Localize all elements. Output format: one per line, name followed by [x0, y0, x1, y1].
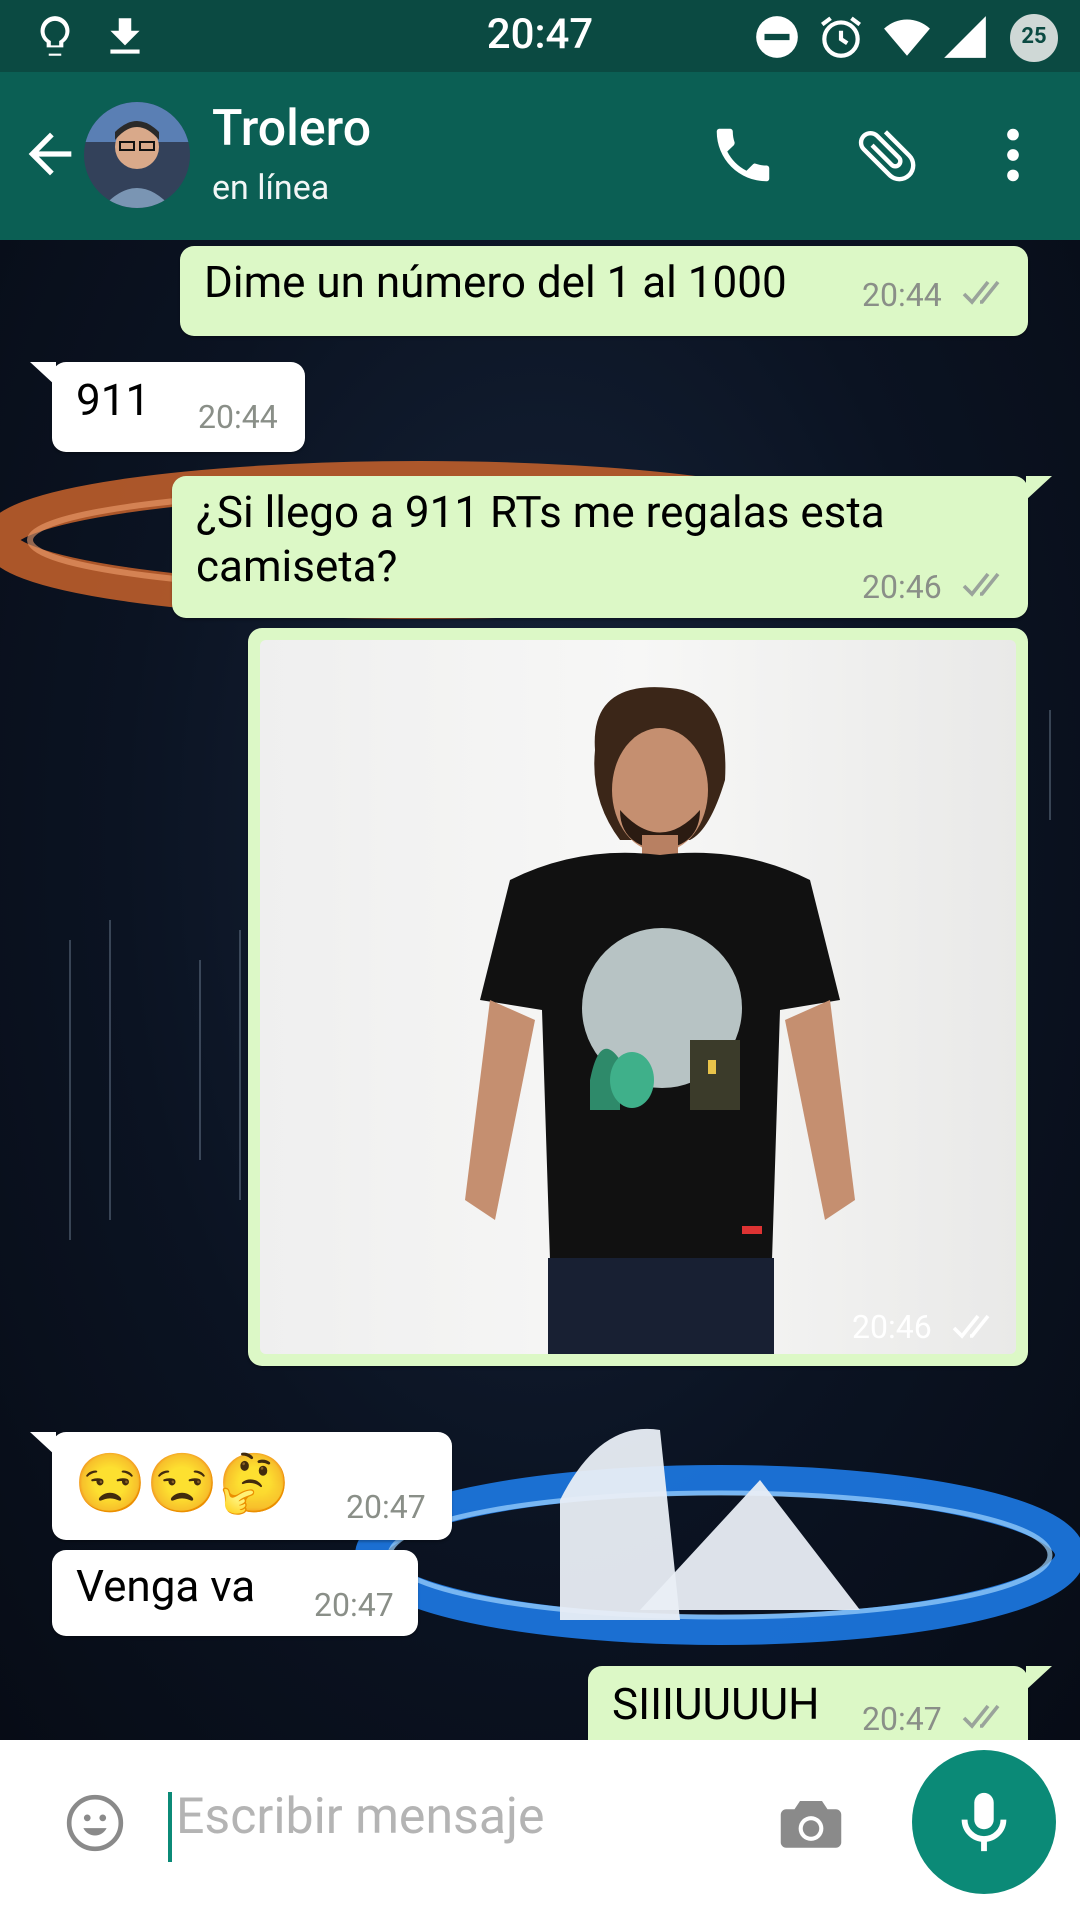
microphone-icon — [961, 1792, 1007, 1852]
camera-icon[interactable] — [778, 1794, 844, 1852]
image-time: 20:46 — [852, 1308, 932, 1346]
tshirt-photo-illustration — [465, 687, 855, 1354]
emoji: 🤔 — [218, 1450, 291, 1518]
battery-icon: 25 — [1010, 14, 1058, 62]
message-time: 20:47 — [862, 1700, 942, 1738]
phone-call-icon[interactable] — [708, 120, 778, 190]
more-options-icon[interactable] — [978, 120, 1048, 190]
message-time: 20:46 — [862, 568, 942, 606]
message-time: 20:47 — [314, 1586, 394, 1624]
message-incoming[interactable]: 😒 😒 🤔 20:47 — [52, 1432, 452, 1540]
double-check-icon — [962, 1704, 1000, 1729]
message-text: Venga va — [76, 1560, 256, 1612]
status-bar: 20:47 25 — [0, 0, 1080, 72]
double-check-icon — [952, 1314, 990, 1339]
emoji-icon[interactable] — [64, 1792, 126, 1854]
wifi-icon — [884, 19, 930, 56]
message-outgoing[interactable]: SIIIUUUUH 20:47 — [588, 1666, 1028, 1740]
message-input-box[interactable]: Escribir mensaje — [26, 1752, 886, 1892]
voice-note-button[interactable] — [912, 1750, 1056, 1894]
do-not-disturb-icon — [756, 16, 798, 58]
message-text: 911 — [76, 374, 151, 426]
message-text-line: camiseta? — [196, 540, 398, 592]
contact-status: en línea — [212, 168, 330, 208]
contact-avatar[interactable] — [84, 102, 190, 208]
contact-name[interactable]: Trolero — [212, 100, 371, 158]
avatar-image — [84, 102, 190, 208]
message-time: 20:44 — [862, 276, 942, 314]
shared-photo[interactable] — [260, 640, 1016, 1354]
message-text: SIIIUUUUH — [612, 1678, 820, 1730]
message-incoming[interactable]: 911 20:44 — [52, 362, 305, 452]
double-check-icon — [962, 280, 1000, 305]
alarm-icon — [821, 16, 861, 58]
message-outgoing[interactable]: ¿Si llego a 911 RTs me regalas esta cami… — [172, 476, 1028, 618]
message-time: 20:47 — [346, 1488, 426, 1526]
emoji: 😒 — [74, 1450, 147, 1518]
message-time: 20:44 — [198, 398, 278, 436]
message-outgoing[interactable]: Dime un número del 1 al 1000 20:44 — [180, 246, 1028, 336]
composer-bar: Escribir mensaje — [0, 1740, 1080, 1920]
message-text: Dime un número del 1 al 1000 — [204, 256, 787, 308]
message-text-line: ¿Si llego a 911 RTs me regalas esta — [196, 486, 885, 538]
message-input[interactable]: Escribir mensaje — [176, 1788, 545, 1846]
paperclip-icon[interactable] — [852, 120, 922, 190]
text-cursor — [168, 1792, 172, 1862]
signal-icon — [944, 16, 986, 58]
chat-header: Trolero en línea — [0, 72, 1080, 240]
message-incoming[interactable]: Venga va 20:47 — [52, 1550, 418, 1636]
bubble-tail — [1026, 476, 1052, 500]
emoji: 😒 — [146, 1450, 219, 1518]
double-check-icon — [962, 572, 1000, 597]
message-image[interactable]: 20:46 — [248, 628, 1028, 1366]
battery-level: 25 — [1021, 24, 1047, 49]
chat-area[interactable]: Dime un número del 1 al 1000 20:44 911 2… — [0, 240, 1080, 1740]
bubble-tail — [30, 362, 56, 386]
back-arrow-icon[interactable] — [18, 122, 82, 186]
bubble-tail — [30, 1432, 56, 1456]
bubble-tail — [1026, 1666, 1052, 1690]
input-tail — [880, 1752, 906, 1776]
